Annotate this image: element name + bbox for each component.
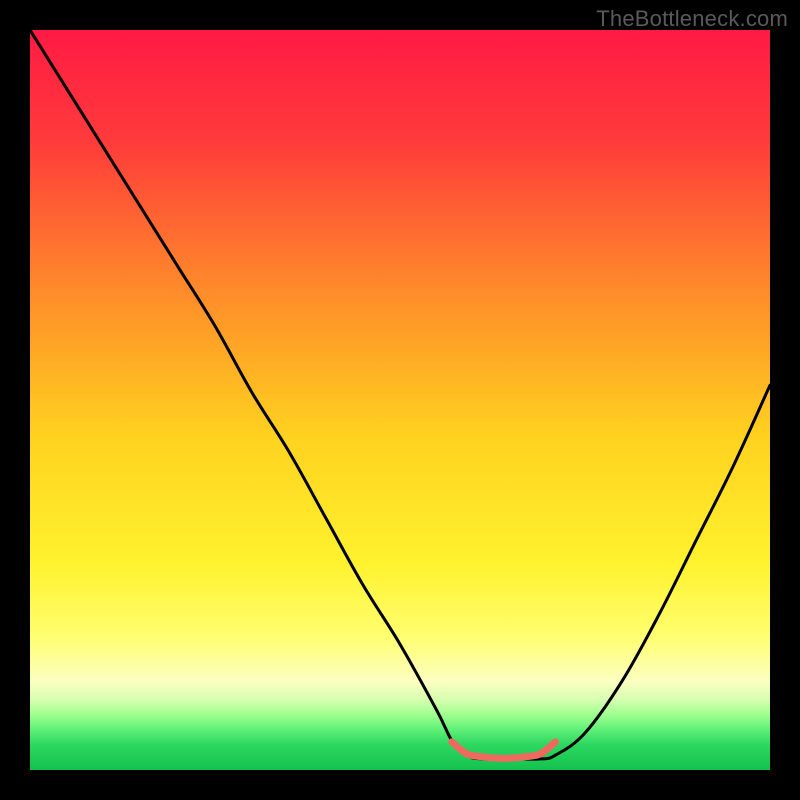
bottleneck-curve xyxy=(30,30,770,770)
watermark-text: TheBottleneck.com xyxy=(596,6,788,32)
chart-frame xyxy=(30,30,770,770)
